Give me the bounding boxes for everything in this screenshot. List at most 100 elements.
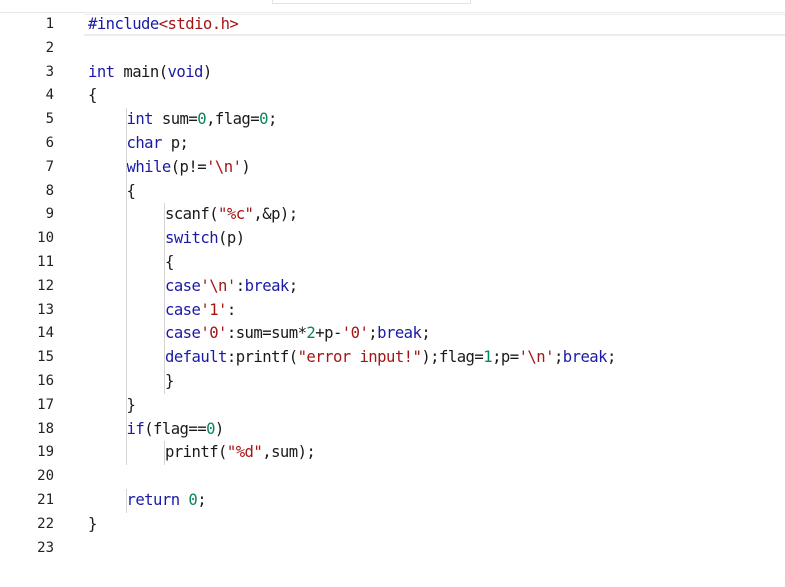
line-number: 17 xyxy=(37,396,54,413)
code-token-keyword: void xyxy=(167,62,204,81)
code-token-number: 0 xyxy=(206,419,215,438)
code-token-number: 0 xyxy=(197,110,207,129)
code-token-plain: ;p= xyxy=(492,348,519,367)
code-line[interactable]: } xyxy=(165,370,174,394)
code-line[interactable]: int sum=0,flag=0; xyxy=(126,108,278,132)
code-token-string: '0' xyxy=(200,324,227,343)
code-line[interactable]: int main(void) xyxy=(88,61,212,85)
code-token-plain: ; xyxy=(368,324,378,343)
line-number: 21 xyxy=(37,492,54,508)
code-line[interactable]: } xyxy=(127,394,136,418)
code-token-plain: main( xyxy=(114,62,168,81)
line-number: 8 xyxy=(45,182,54,199)
line-number: 13 xyxy=(37,301,54,318)
code-line[interactable]: { xyxy=(88,84,97,108)
code-token-keyword: int xyxy=(126,110,154,129)
code-line[interactable]: #include<stdio.h> xyxy=(88,13,239,37)
code-token-plain: { xyxy=(165,253,174,271)
code-line[interactable]: scanf("%c",&p); xyxy=(165,203,298,227)
code-line[interactable]: case'\n':break; xyxy=(165,275,298,299)
code-token-plain: ; xyxy=(267,110,277,129)
code-token-number: 0 xyxy=(188,491,198,509)
code-token-string: "%d" xyxy=(226,443,263,462)
code-line[interactable]: default:printf("error input!");flag=1;p=… xyxy=(165,346,616,370)
code-token-keyword: char xyxy=(126,134,163,152)
code-token-keyword: break xyxy=(244,276,290,295)
code-token-plain: ,flag= xyxy=(206,110,260,129)
code-token-keyword: break xyxy=(562,348,608,367)
code-token-string: "error input!" xyxy=(297,348,422,367)
code-token-plain: } xyxy=(88,514,97,533)
line-number: 18 xyxy=(37,420,54,437)
code-token-string: '\n' xyxy=(200,276,236,295)
code-token-plain: ; xyxy=(197,491,207,509)
code-line[interactable]: while(p!='\n') xyxy=(127,156,251,180)
code-token-keyword: case xyxy=(165,324,201,343)
code-token-string: '\n' xyxy=(206,157,242,176)
code-token-plain: ; xyxy=(288,276,298,295)
line-number: 2 xyxy=(45,39,54,56)
indent-guide xyxy=(164,441,165,466)
code-token-plain: (p) xyxy=(218,229,245,248)
code-token-number: 2 xyxy=(306,324,316,343)
line-number: 12 xyxy=(37,277,54,294)
code-token-string: <stdio.h> xyxy=(158,15,239,33)
line-number: 16 xyxy=(37,373,54,389)
code-token-string: '0' xyxy=(341,324,369,343)
code-token-keyword: if xyxy=(126,419,145,438)
code-token-plain: scanf( xyxy=(165,205,219,224)
code-token-plain: +p- xyxy=(315,324,342,343)
code-token-keyword: case xyxy=(165,300,201,319)
line-number: 1 xyxy=(45,16,54,32)
line-number: 9 xyxy=(45,206,54,223)
code-token-plain: :sum=sum* xyxy=(226,324,307,343)
line-number-gutter: 1 2 3 4 5 6 7 8 9 10 11 12 13 14 15 16 17 18 19 20 21 22 23 xyxy=(0,13,62,587)
code-token-plain: printf( xyxy=(165,443,227,462)
code-line[interactable]: char p; xyxy=(127,132,189,156)
line-number: 15 xyxy=(37,349,54,366)
code-token-plain: ) xyxy=(202,62,212,81)
code-line[interactable]: { xyxy=(127,180,136,204)
indent-guide xyxy=(125,489,127,513)
code-token-number: 0 xyxy=(259,110,268,129)
code-token-plain: sum= xyxy=(153,110,198,129)
code-token-plain: } xyxy=(165,372,174,390)
code-token-plain: ,&p); xyxy=(253,205,298,224)
code-token-plain: ; xyxy=(421,324,431,343)
code-line[interactable]: return 0; xyxy=(127,489,207,513)
code-line[interactable]: case'0':sum=sum*2+p-'0';break; xyxy=(165,322,431,346)
code-line[interactable]: printf("%d",sum); xyxy=(165,441,316,465)
code-token-plain: ; xyxy=(606,348,616,367)
code-editor[interactable]: 1 2 3 4 5 6 7 8 9 10 11 12 13 14 15 16 17 18 19 20 21 22 23 #i… xyxy=(0,12,785,587)
code-token-plain: } xyxy=(126,395,136,414)
code-line[interactable]: { xyxy=(165,251,174,275)
line-number: 6 xyxy=(45,135,54,151)
code-token-keyword: case xyxy=(165,276,201,295)
code-token-plain: p; xyxy=(161,134,189,152)
code-line[interactable]: case'1': xyxy=(165,299,236,323)
code-line[interactable]: switch(p) xyxy=(165,227,245,251)
code-line[interactable]: if(flag==0) xyxy=(126,418,225,442)
code-token-keyword: return xyxy=(126,491,181,509)
code-token-keyword: while xyxy=(126,157,172,176)
code-token-string: "%c" xyxy=(218,205,254,224)
code-token-number: 1 xyxy=(483,348,493,367)
top-tab-stub xyxy=(272,0,471,4)
code-token-keyword: int xyxy=(88,62,115,81)
code-token-plain: :printf( xyxy=(226,348,298,367)
code-line[interactable]: } xyxy=(88,513,97,537)
code-area[interactable]: #include<stdio.h> int main(void){int sum=… xyxy=(88,13,785,587)
line-number: 3 xyxy=(45,63,54,80)
line-number: 11 xyxy=(37,254,54,270)
code-token-plain: );flag= xyxy=(421,348,484,367)
code-token-plain: : xyxy=(235,276,245,295)
code-token-keyword: switch xyxy=(165,229,219,248)
code-token-keyword: break xyxy=(377,324,422,343)
line-number: 4 xyxy=(45,87,54,104)
line-number: 23 xyxy=(37,539,54,556)
code-token-string: '1' xyxy=(200,300,227,319)
line-number: 7 xyxy=(45,158,54,175)
indent-guide xyxy=(125,108,127,466)
code-token-plain: (p!= xyxy=(170,157,207,176)
code-token-plain: ,sum); xyxy=(262,443,316,462)
